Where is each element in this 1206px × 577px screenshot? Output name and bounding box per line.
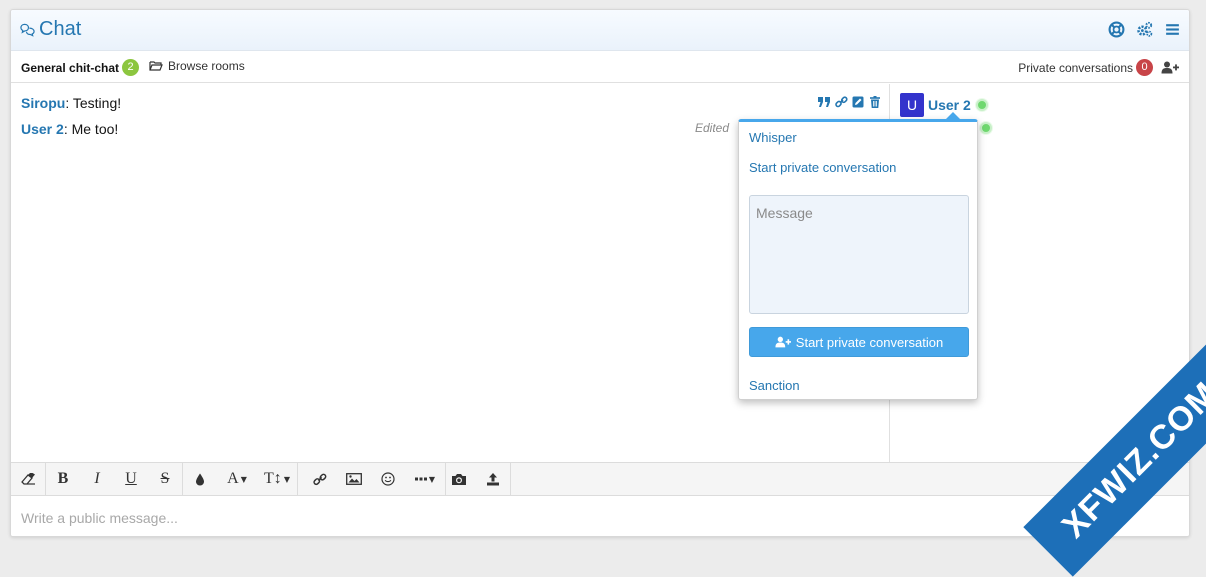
droplet-icon <box>196 473 204 485</box>
user-actions-popup: Whisper Start private conversation Start… <box>738 112 978 400</box>
room-name: General chit-chat <box>21 60 120 75</box>
private-count-badge: 0 <box>1136 59 1153 76</box>
message-row: Siropu: Testing! <box>21 95 121 111</box>
user-name[interactable]: User 2 <box>928 97 971 113</box>
more-options-button[interactable]: ▼ <box>405 463 445 495</box>
start-private-conversation-link[interactable]: Start private conversation <box>749 160 896 175</box>
message-author[interactable]: User 2 <box>21 121 64 137</box>
page-title: Chat <box>39 18 82 40</box>
chat-box: Chat General chit-chat 2 Browse rooms Pr… <box>10 9 1190 537</box>
room-tabs-bar: General chit-chat 2 Browse rooms Private… <box>11 51 1189 83</box>
insert-image-button[interactable] <box>337 463 371 495</box>
quote-icon[interactable] <box>817 96 831 108</box>
insert-link-button[interactable] <box>303 463 337 495</box>
edit-icon[interactable] <box>852 96 865 108</box>
toolbar-group-clear <box>11 463 46 495</box>
insert-smiley-button[interactable] <box>371 463 405 495</box>
ellipsis-icon <box>414 477 427 481</box>
user-plus-icon <box>775 336 791 348</box>
avatar[interactable]: U <box>900 93 924 117</box>
tab-general-chit-chat[interactable]: General chit-chat 2 <box>21 59 140 76</box>
bold-button[interactable]: B <box>46 463 80 495</box>
online-status-icon <box>975 99 988 111</box>
smiley-icon <box>381 472 395 486</box>
trash-icon[interactable] <box>869 96 881 108</box>
start-private-conversation-button-label: Start private conversation <box>795 334 944 350</box>
public-message-placeholder: Write a public message... <box>21 510 178 526</box>
caret-down-icon: ▼ <box>283 474 290 484</box>
eraser-icon <box>20 473 35 485</box>
life-ring-icon[interactable] <box>1108 21 1125 38</box>
online-status-icon <box>980 122 992 134</box>
italic-button[interactable]: I <box>80 463 114 495</box>
public-message-input[interactable]: Write a public message... <box>11 497 1189 536</box>
image-icon <box>346 473 362 485</box>
font-family-label: A <box>227 470 239 487</box>
browse-rooms-button[interactable]: Browse rooms <box>149 59 245 73</box>
chat-bubbles-icon <box>20 23 35 37</box>
underline-button[interactable]: U <box>114 463 148 495</box>
start-private-conversation-button[interactable]: Start private conversation <box>749 327 969 357</box>
caret-down-icon: ▼ <box>240 474 247 484</box>
upload-icon <box>487 473 499 486</box>
editor-toolbar: B I U S A ▼ T↕ ▼ ▼ <box>11 462 1189 496</box>
font-size-button[interactable]: T↕ ▼ <box>257 463 297 495</box>
toolbar-group-font: A ▼ T↕ ▼ <box>183 463 298 495</box>
message-text: : Me too! <box>63 121 119 137</box>
room-user-count-badge: 2 <box>122 59 140 76</box>
sanction-link[interactable]: Sanction <box>749 378 800 393</box>
header-icons <box>1108 21 1181 38</box>
font-size-label: T↕ <box>264 470 282 487</box>
private-conversations-button[interactable]: Private conversations 0 <box>1018 59 1179 76</box>
toolbar-group-insert: ▼ <box>303 463 446 495</box>
user-plus-icon[interactable] <box>1161 61 1179 74</box>
bars-icon[interactable] <box>1164 21 1181 38</box>
strikethrough-button[interactable]: S <box>148 463 182 495</box>
edited-label: Edited <box>695 121 730 135</box>
link-icon[interactable] <box>835 96 848 108</box>
chat-header: Chat <box>11 10 1189 51</box>
chat-title-wrap: Chat <box>20 18 81 41</box>
popup-arrow <box>945 112 961 120</box>
toolbar-group-media <box>442 463 511 495</box>
message-author[interactable]: Siropu <box>21 95 65 111</box>
remove-format-button[interactable] <box>11 463 45 495</box>
caret-down-icon: ▼ <box>428 474 436 484</box>
link-icon <box>313 473 327 485</box>
message-row: User 2: Me too! <box>21 121 118 137</box>
private-conversations-label: Private conversations <box>1018 60 1133 75</box>
user-list-item[interactable]: U User 2 <box>900 93 988 117</box>
toolbar-group-text: B I U S <box>46 463 183 495</box>
camera-button[interactable] <box>442 463 476 495</box>
browse-rooms-label: Browse rooms <box>168 59 245 73</box>
message-actions <box>817 96 881 108</box>
message-text: : Testing! <box>65 95 122 111</box>
folder-open-icon <box>149 61 163 71</box>
upload-button[interactable] <box>476 463 510 495</box>
private-message-field[interactable] <box>749 195 969 314</box>
font-family-button[interactable]: A ▼ <box>217 463 257 495</box>
cogs-icon[interactable] <box>1136 21 1153 38</box>
whisper-link[interactable]: Whisper <box>749 130 797 145</box>
text-color-button[interactable] <box>183 463 217 495</box>
camera-icon <box>452 473 466 485</box>
